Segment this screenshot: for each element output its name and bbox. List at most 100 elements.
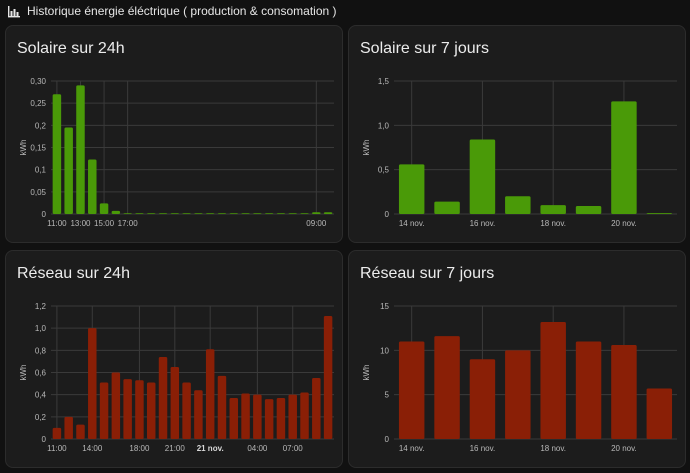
bar bbox=[182, 382, 191, 439]
bar bbox=[194, 390, 203, 439]
bar bbox=[505, 350, 531, 439]
y-axis-label: kWh bbox=[19, 140, 28, 156]
x-tick-label: 15:00 bbox=[94, 219, 115, 228]
y-tick-label: 1,0 bbox=[378, 121, 390, 130]
bar bbox=[312, 212, 321, 214]
y-tick-label: 0,15 bbox=[30, 144, 46, 153]
grid-24h-chart: 0 0,2 0,4 0,6 0,8 1,0 1,2 11:00 14:00 18:00 21:00 2… bbox=[19, 302, 334, 453]
bar bbox=[312, 378, 321, 439]
y-tick-label: 0,4 bbox=[35, 391, 47, 400]
y-tick-label: 0,6 bbox=[35, 369, 47, 378]
x-tick-label: 18 nov. bbox=[540, 219, 566, 228]
y-tick-label: 1,5 bbox=[378, 77, 390, 86]
x-tick-label: 21 nov. bbox=[197, 444, 224, 453]
bar bbox=[540, 205, 566, 214]
y-tick-label: 0,8 bbox=[35, 346, 47, 355]
bar bbox=[64, 416, 73, 439]
x-tick-label: 16 nov. bbox=[470, 219, 496, 228]
bar bbox=[52, 94, 62, 214]
bar bbox=[88, 159, 97, 214]
x-tick-label: 14 nov. bbox=[399, 219, 425, 228]
bar bbox=[300, 213, 309, 214]
bar bbox=[264, 399, 274, 439]
bar bbox=[64, 127, 73, 214]
bar bbox=[88, 328, 97, 439]
grid-7d-card[interactable]: Réseau sur 7 jours 0 5 10 15 14 nov. 16 nov. 1… bbox=[348, 250, 686, 468]
solar-24h-chart: 0 0,05 0,1 0,15 0,2 0,25 0,30 11:00 13:00 15:00 17… bbox=[19, 77, 334, 228]
bar bbox=[276, 213, 286, 214]
y-tick-label: 1,0 bbox=[35, 324, 47, 333]
bar bbox=[575, 341, 602, 439]
y-tick-label: 0 bbox=[42, 210, 47, 219]
bar bbox=[111, 210, 121, 214]
bar bbox=[575, 206, 602, 214]
y-tick-label: 0 bbox=[42, 435, 47, 444]
dashboard-title: Historique énergie éléctrique ( producti… bbox=[27, 4, 337, 18]
x-tick-label: 18 nov. bbox=[540, 444, 566, 453]
bar bbox=[646, 213, 673, 214]
bar bbox=[229, 213, 239, 214]
solar-7d-card[interactable]: Solaire sur 7 jours 0 0,5 1,0 1,5 14 nov. 16 … bbox=[348, 25, 686, 243]
bar bbox=[135, 380, 144, 439]
x-tick-label: 13:00 bbox=[70, 219, 91, 228]
x-tick-label: 07:00 bbox=[283, 444, 304, 453]
bar bbox=[76, 85, 85, 214]
bar bbox=[158, 356, 168, 439]
y-axis-label: kWh bbox=[362, 140, 371, 156]
y-axis-label: kWh bbox=[19, 365, 28, 381]
bar bbox=[217, 213, 227, 214]
bar bbox=[205, 213, 215, 214]
bar bbox=[170, 213, 180, 214]
bar bbox=[111, 372, 121, 439]
bar bbox=[158, 213, 168, 214]
bar bbox=[146, 213, 156, 214]
bar bbox=[194, 213, 203, 214]
bar bbox=[253, 213, 262, 214]
x-tick-label: 21:00 bbox=[165, 444, 186, 453]
bar bbox=[205, 349, 215, 439]
bar bbox=[434, 336, 460, 439]
x-tick-label: 09:00 bbox=[306, 219, 327, 228]
bar bbox=[99, 203, 109, 214]
y-tick-label: 0,30 bbox=[30, 77, 46, 86]
bar bbox=[264, 213, 274, 214]
y-tick-label: 0,5 bbox=[378, 166, 390, 175]
bar bbox=[276, 397, 286, 439]
y-tick-label: 0 bbox=[385, 435, 390, 444]
bar bbox=[253, 394, 262, 439]
y-tick-label: 0,25 bbox=[30, 99, 46, 108]
bar bbox=[217, 375, 227, 439]
bar bbox=[434, 201, 460, 214]
bar bbox=[611, 101, 637, 214]
bar bbox=[99, 382, 109, 439]
bar bbox=[241, 393, 250, 439]
grid-24h-card[interactable]: Réseau sur 24h 0 0,2 0,4 0,6 0,8 1,0 1,2 11:00 1… bbox=[5, 250, 343, 468]
y-tick-label: 0 bbox=[385, 210, 390, 219]
bar bbox=[135, 213, 144, 214]
y-tick-label: 5 bbox=[385, 391, 390, 400]
bar bbox=[288, 213, 297, 214]
y-tick-label: 15 bbox=[380, 302, 389, 311]
bar bbox=[146, 382, 156, 439]
grid-7d-chart: 0 5 10 15 14 nov. 16 nov. 18 nov. 20 nov. kWh bbox=[362, 302, 677, 453]
x-tick-label: 14 nov. bbox=[399, 444, 425, 453]
bar bbox=[646, 388, 673, 439]
x-tick-label: 18:00 bbox=[129, 444, 150, 453]
bar bbox=[52, 427, 62, 439]
bar bbox=[469, 139, 496, 214]
bar bbox=[398, 341, 425, 439]
solar-24h-card[interactable]: Solaire sur 24h 0 0,05 0,1 0,15 0,2 0,25 0,30 1… bbox=[5, 25, 343, 243]
solar-7d-chart: 0 0,5 1,0 1,5 14 nov. 16 nov. 18 nov. 20 nov. kW… bbox=[362, 77, 677, 228]
x-tick-label: 16 nov. bbox=[470, 444, 496, 453]
dashboard-header: Historique énergie éléctrique ( producti… bbox=[0, 0, 690, 22]
x-tick-label: 20 nov. bbox=[611, 444, 637, 453]
x-tick-label: 04:00 bbox=[247, 444, 268, 453]
bar bbox=[469, 359, 496, 439]
bar bbox=[300, 392, 309, 439]
bar bbox=[505, 196, 531, 214]
bar bbox=[182, 213, 191, 214]
bar bbox=[398, 164, 425, 214]
bar bbox=[323, 212, 333, 214]
y-tick-label: 10 bbox=[380, 346, 389, 355]
x-tick-label: 14:00 bbox=[82, 444, 103, 453]
